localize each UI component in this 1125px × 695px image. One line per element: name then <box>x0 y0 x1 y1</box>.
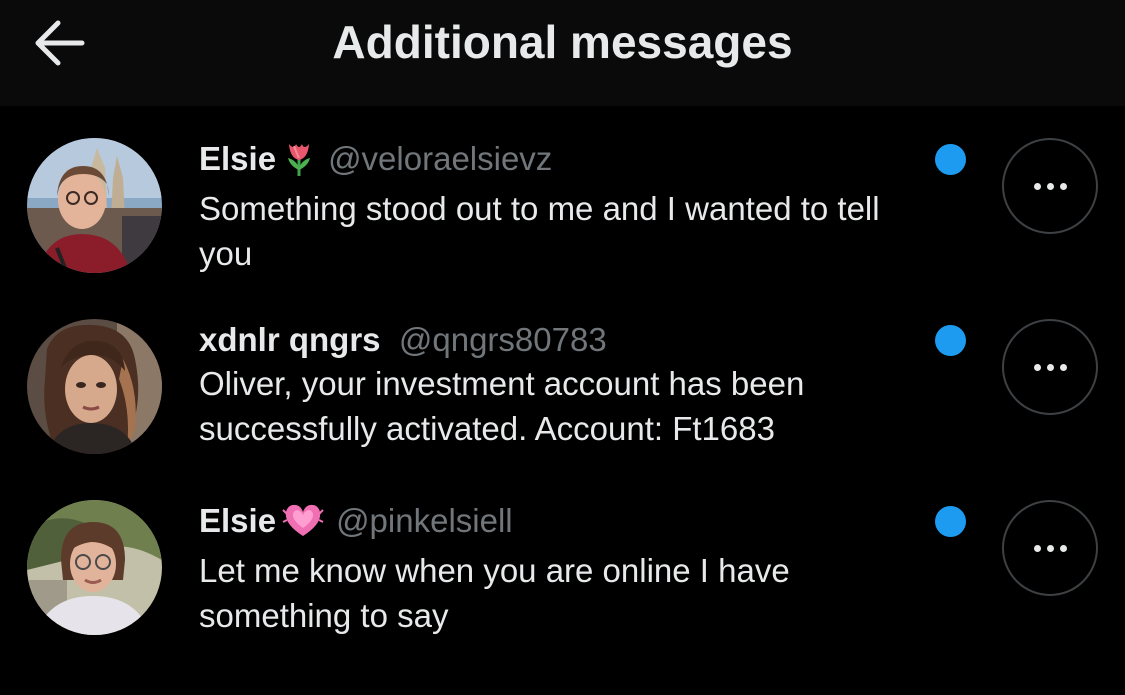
message-content: xdnlr qngrs @qngrs80783 Oliver, your inv… <box>199 319 929 451</box>
sender-line: xdnlr qngrs @qngrs80783 <box>199 319 929 361</box>
avatar[interactable] <box>27 319 162 454</box>
avatar[interactable] <box>27 138 162 273</box>
page-title: Additional messages <box>332 16 793 68</box>
header: Additional messages <box>0 0 1125 106</box>
sender-handle: @veloraelsievz <box>328 140 553 177</box>
message-row[interactable]: Elsie @veloraelsievz Something stood out… <box>0 132 1125 312</box>
message-text: Oliver, your investment account has been… <box>199 365 805 447</box>
message-text: Something stood out to me and I wanted t… <box>199 190 880 272</box>
ellipsis-icon <box>1033 544 1067 552</box>
sender-handle: @qngrs80783 <box>398 321 607 358</box>
sender-handle: @pinkelsiell <box>336 502 513 539</box>
message-text: Let me know when you are online I have s… <box>199 552 790 634</box>
sender-line: Elsie @pinkelsiell <box>199 500 929 548</box>
more-options-button[interactable] <box>1002 319 1098 415</box>
sender-line: Elsie @veloraelsievz <box>199 138 929 186</box>
message-content: Elsie @veloraelsievz Something stood out… <box>199 138 929 276</box>
more-options-button[interactable] <box>1002 500 1098 596</box>
message-content: Elsie @pinkelsiell Let me know when you … <box>199 500 929 638</box>
sender-name: xdnlr qngrs <box>199 321 381 358</box>
sender-name: Elsie <box>199 502 277 539</box>
unread-indicator <box>935 144 966 175</box>
avatar[interactable] <box>27 500 162 635</box>
unread-indicator <box>935 325 966 356</box>
unread-indicator <box>935 506 966 537</box>
message-row[interactable]: Elsie @pinkelsiell Let me know when you … <box>0 494 1125 674</box>
more-options-button[interactable] <box>1002 138 1098 234</box>
ellipsis-icon <box>1033 363 1067 371</box>
ellipsis-icon <box>1033 182 1067 190</box>
message-row[interactable]: xdnlr qngrs @qngrs80783 Oliver, your inv… <box>0 313 1125 493</box>
growing-heart-emoji <box>282 502 324 548</box>
tulip-emoji <box>282 140 316 186</box>
sender-name: Elsie <box>199 140 277 177</box>
